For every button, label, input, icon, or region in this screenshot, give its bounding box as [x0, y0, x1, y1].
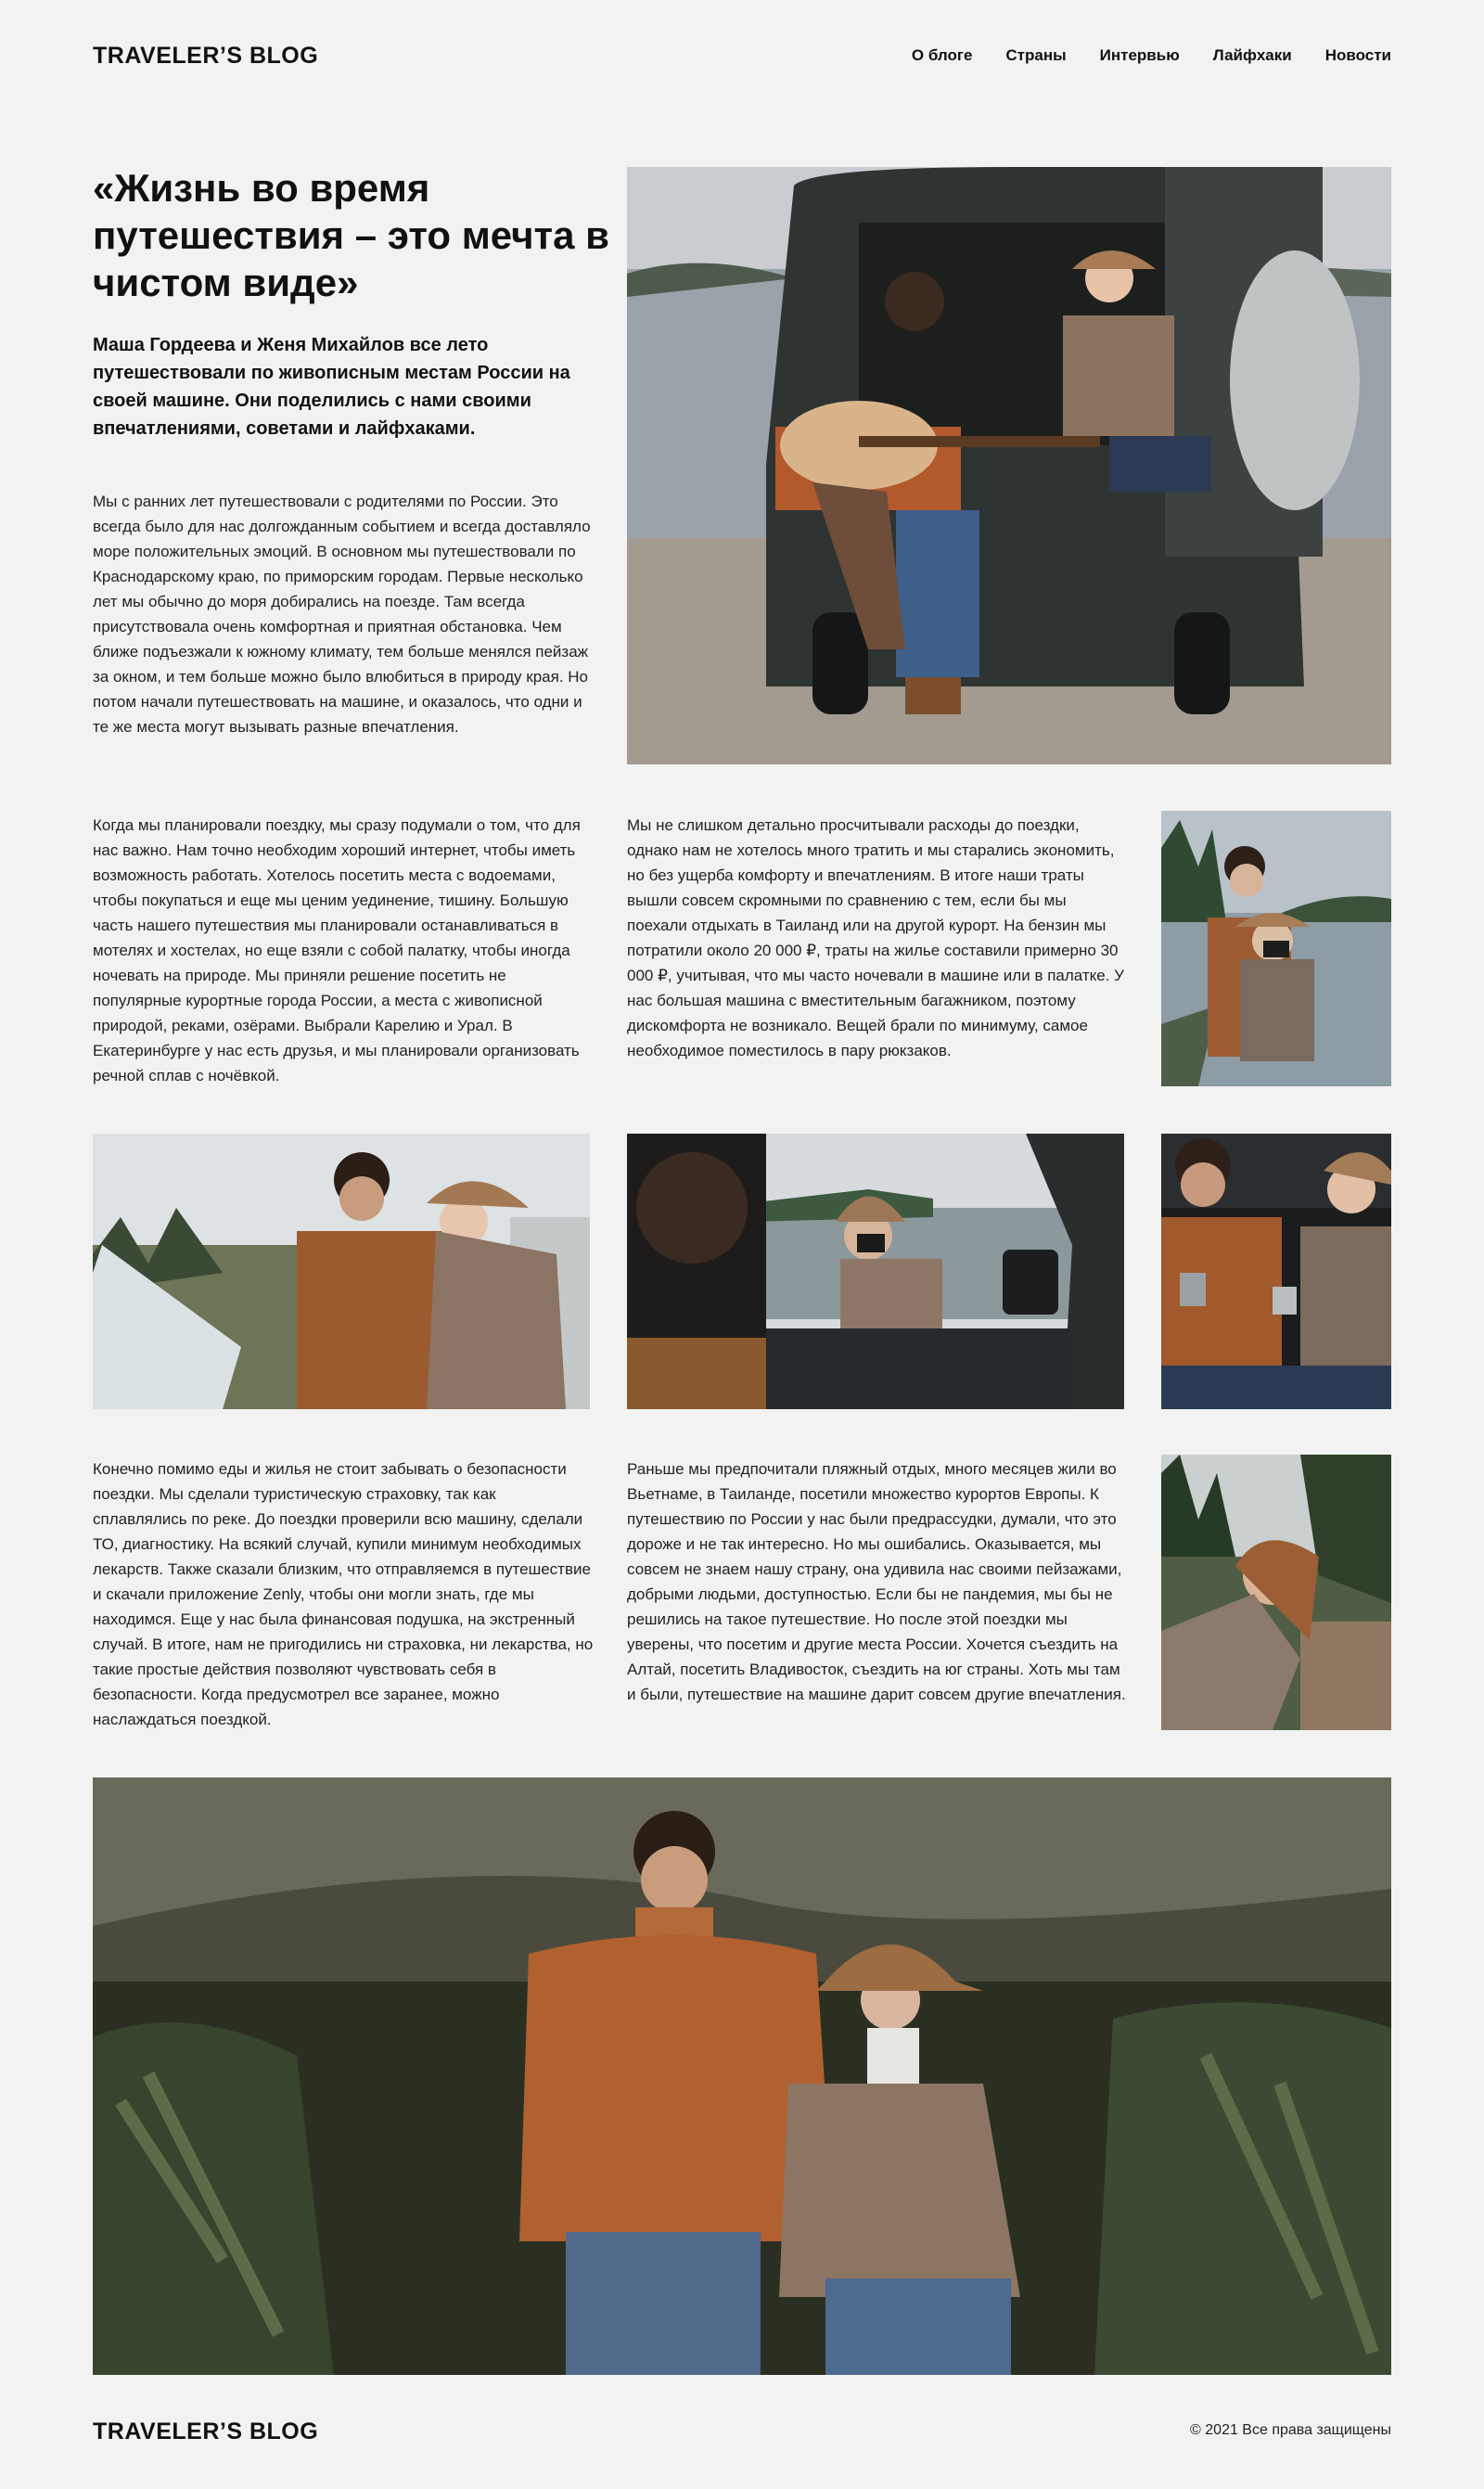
main-nav: О блоге Страны Интервью Лайфхаки Новости	[912, 46, 1391, 65]
nav-item-about[interactable]: О блоге	[912, 46, 973, 65]
nav-item-lifehacks[interactable]: Лайфхаки	[1213, 46, 1292, 65]
article-title: «Жизнь во время путешествия – это мечта …	[93, 166, 609, 304]
footer-copyright: © 2021 Все права защищены	[1190, 2422, 1391, 2438]
photo-couple-camera-lake	[1161, 811, 1391, 1086]
article-paragraph-5: Раньше мы предпочитали пляжный отдых, мн…	[627, 1460, 1126, 1703]
article-paragraph-3: Мы не слишком детально просчитывали расх…	[627, 816, 1124, 1059]
nav-item-interviews[interactable]: Интервью	[1100, 46, 1180, 65]
site-logo[interactable]: TRAVELER’S BLOG	[93, 43, 318, 70]
photo-woman-camera-through-car-window	[627, 1134, 1124, 1409]
photo-couple-map	[93, 1134, 590, 1409]
photo-couple-drinking-tea	[1161, 1134, 1391, 1409]
photo-couple-among-ferns	[93, 1777, 1391, 2375]
article-paragraph-4: Конечно помимо еды и жилья не стоит забы…	[93, 1460, 594, 1728]
nav-item-countries[interactable]: Страны	[1005, 46, 1066, 65]
article-lead: Маша Гордеева и Женя Михайлов все лето п…	[93, 335, 570, 439]
photo-couple-car-guitar	[627, 167, 1391, 764]
article-paragraph-1: Мы с ранних лет путешествовали с родител…	[93, 493, 591, 736]
footer-logo[interactable]: TRAVELER’S BLOG	[93, 2418, 318, 2445]
photo-woman-smiling-forest	[1161, 1455, 1391, 1730]
article-paragraph-2: Когда мы планировали поездку, мы сразу п…	[93, 816, 581, 1084]
nav-item-news[interactable]: Новости	[1325, 46, 1391, 65]
